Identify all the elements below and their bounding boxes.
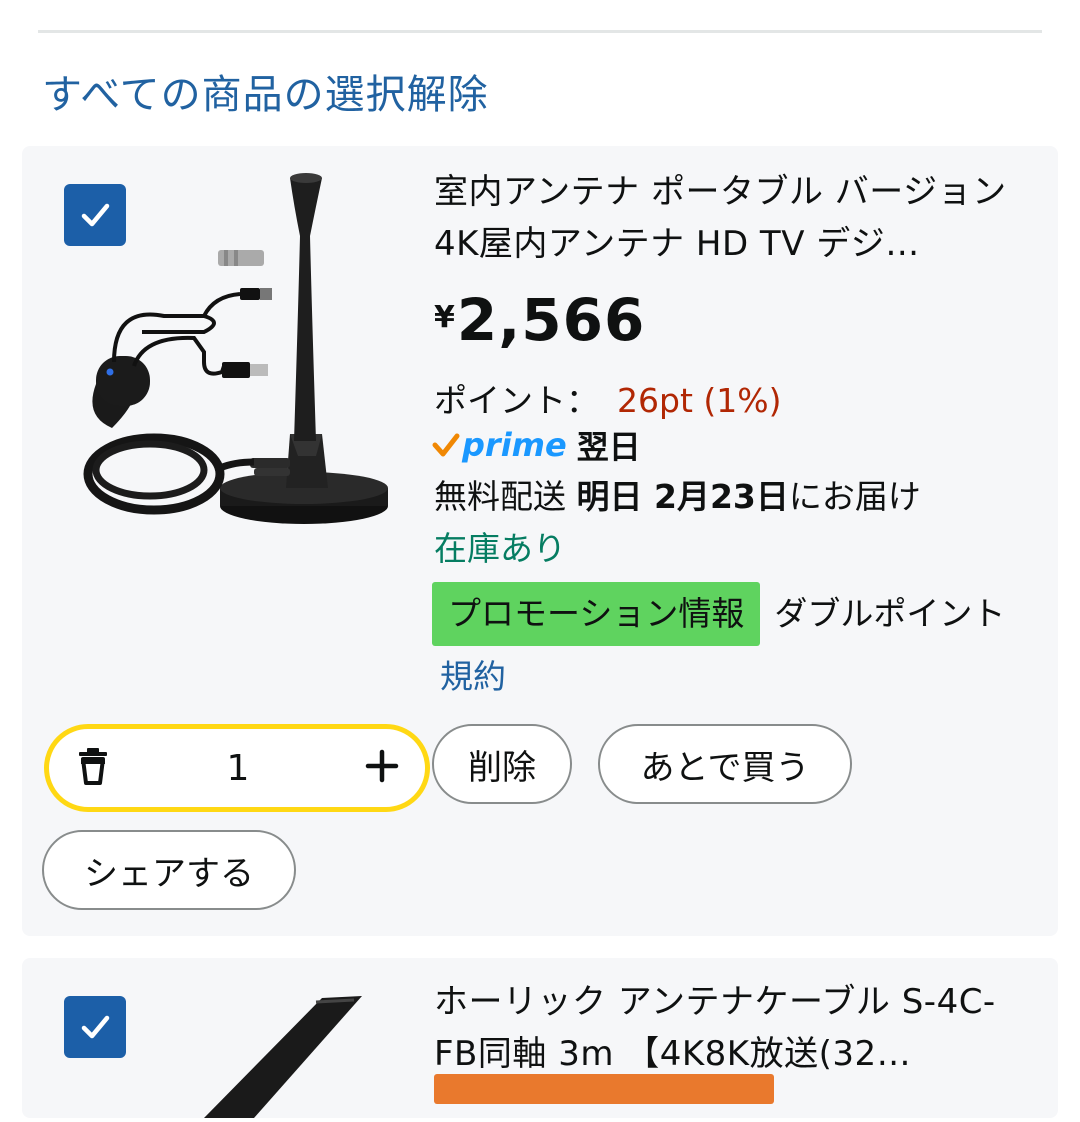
delivery-date: 明日 2月23日 <box>576 477 789 516</box>
points-label: ポイント： <box>434 381 599 420</box>
product-title[interactable]: 室内アンテナ ポータブル バージョン 4K屋内アンテナ HD TV デジ… <box>434 166 1024 270</box>
cable-product-illustration <box>204 996 362 1118</box>
delivery-info: 無料配送 明日 2月23日にお届け <box>434 470 921 518</box>
antenna-product-illustration <box>83 173 388 524</box>
deselect-all-link[interactable]: すべての商品の選択解除 <box>42 62 489 120</box>
stock-status: 在庫あり <box>434 529 566 568</box>
cart-item-card: ホーリック アンテナケーブル S-4C-FB同軸 3m 【4K8K放送(32… <box>22 958 1058 1118</box>
delivery-prefix: 無料配送 <box>434 477 566 516</box>
product-image-cable[interactable] <box>54 988 434 1118</box>
delivery-suffix: にお届け <box>788 477 921 516</box>
price-value: 2,566 <box>456 286 646 354</box>
points-value: 26pt (1%) <box>617 381 782 420</box>
trash-button[interactable] <box>75 747 111 789</box>
prime-label: prime <box>462 426 567 464</box>
delete-button[interactable]: 削除 <box>432 724 572 804</box>
share-button[interactable]: シェアする <box>42 830 296 910</box>
prime-badge: prime 翌日 <box>432 422 641 468</box>
top-divider <box>38 30 1042 33</box>
prime-check-icon <box>432 433 460 457</box>
increase-quantity-button[interactable] <box>365 749 399 787</box>
quantity-value: 1 <box>226 747 250 789</box>
product-price: ¥ 2,566 <box>434 286 645 354</box>
prime-delivery-speed: 翌日 <box>576 428 641 466</box>
terms-link[interactable]: 規約 <box>440 657 506 696</box>
quantity-stepper[interactable]: 1 <box>44 724 430 812</box>
plus-icon <box>365 749 399 783</box>
trash-icon <box>79 748 107 785</box>
product-title[interactable]: ホーリック アンテナケーブル S-4C-FB同軸 3m 【4K8K放送(32… <box>434 976 1024 1080</box>
points-row: ポイント： 26pt (1%) <box>434 374 781 422</box>
currency-symbol: ¥ <box>434 300 455 335</box>
cart-item-card: 室内アンテナ ポータブル バージョン 4K屋内アンテナ HD TV デジ… ¥ … <box>22 146 1058 936</box>
promotion-badge: プロモーション情報 <box>432 582 761 646</box>
promotion-text: ダブルポイント <box>774 594 1006 633</box>
promotion-badge <box>434 1074 774 1104</box>
save-for-later-button[interactable]: あとで買う <box>598 724 852 804</box>
promotion-info: プロモーション情報 ダブルポイント規約 <box>432 582 1032 708</box>
product-image-antenna[interactable] <box>54 166 434 536</box>
